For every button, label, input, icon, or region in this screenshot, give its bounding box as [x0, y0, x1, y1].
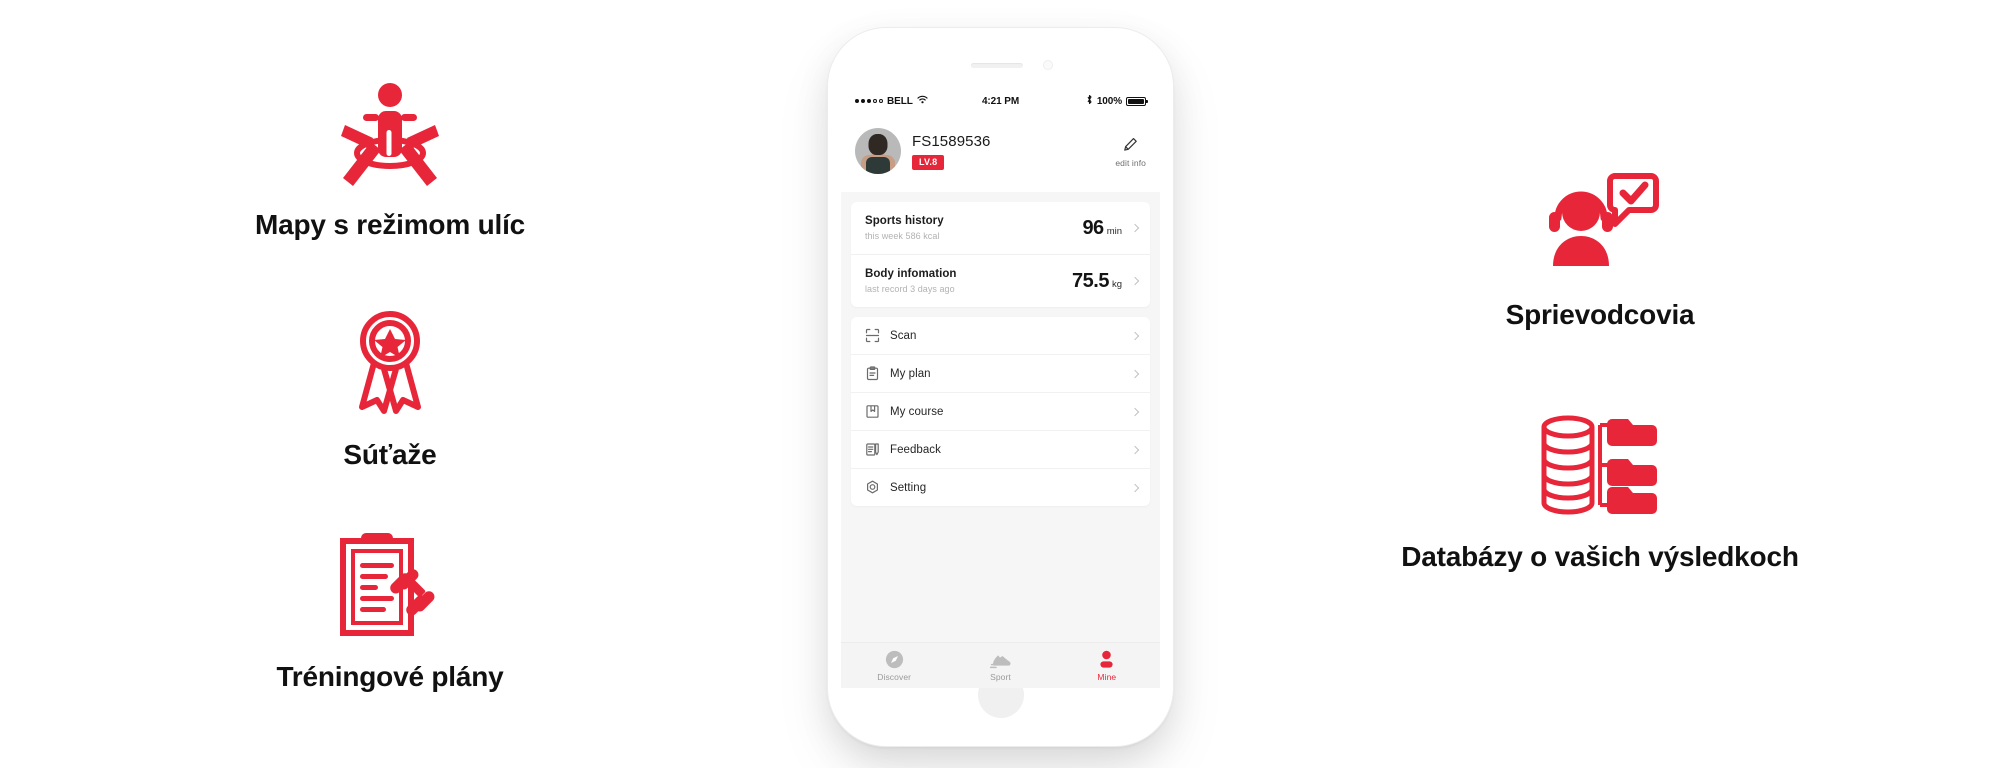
tab-sport[interactable]: Sport [947, 643, 1053, 688]
tab-discover[interactable]: Discover [841, 643, 947, 688]
menu-item-label: Scan [890, 329, 917, 342]
support-headset-icon [1290, 158, 1910, 288]
battery-icon [1126, 96, 1148, 106]
tab-label: Sport [990, 671, 1011, 682]
stats-card: Sports history this week 586 kcal 96 min… [851, 202, 1150, 307]
wifi-icon [917, 95, 928, 107]
status-bar-right: 100% [1019, 94, 1148, 108]
left-feature-column: Mapy s režimom ulíc Súťaže Tréningové pl… [80, 0, 700, 768]
clipboard-dumbbell-icon [80, 520, 700, 650]
clipboard-icon [865, 366, 880, 381]
menu-item-label: Setting [890, 481, 927, 494]
signal-strength-icon [855, 99, 883, 103]
username-label: FS1589536 [912, 132, 991, 150]
stat-title: Body infomation [865, 268, 957, 280]
shoe-icon [989, 650, 1011, 669]
stat-value: 96 [1082, 216, 1104, 239]
compass-icon [885, 650, 904, 669]
chevron-right-icon [1130, 369, 1140, 378]
award-ribbon-icon [80, 298, 700, 428]
edit-info-button[interactable]: edit info [1115, 134, 1146, 168]
feature-label: Mapy s režimom ulíc [254, 209, 526, 240]
bluetooth-icon [1086, 94, 1093, 108]
chevron-right-icon [1130, 407, 1140, 416]
menu-item-my-plan[interactable]: My plan [851, 354, 1150, 392]
phone-screen: BELL 4:21 PM 100% FS1589536 LV.8 edit in… [841, 88, 1160, 688]
stat-unit: min [1106, 225, 1122, 237]
menu-item-label: My course [890, 405, 944, 418]
menu-item-scan[interactable]: Scan [851, 317, 1150, 354]
menu-item-label: My plan [890, 367, 931, 380]
level-badge: LV.8 [912, 154, 945, 170]
feature-training-plans: Tréningové plány [80, 520, 700, 694]
battery-percent-label: 100% [1096, 95, 1122, 107]
feature-databases: Databázy o vašich výsledkoch [1290, 400, 1910, 574]
sports-history-row[interactable]: Sports history this week 586 kcal 96 min [851, 202, 1150, 254]
carrier-label: BELL [887, 95, 913, 107]
tab-mine[interactable]: Mine [1054, 643, 1160, 688]
body-information-row[interactable]: Body infomation last record 3 days ago 7… [851, 254, 1150, 307]
avatar[interactable] [855, 128, 901, 174]
menu-item-label: Feedback [890, 443, 941, 456]
status-bar-time: 4:21 PM [981, 95, 1020, 107]
chevron-right-icon [1130, 331, 1140, 340]
menu-card: Scan My plan My course Feedback Setting [851, 317, 1150, 506]
chevron-right-icon [1130, 445, 1140, 454]
feature-contests: Súťaže [80, 298, 700, 472]
street-map-person-icon [80, 68, 700, 198]
status-bar-left: BELL [855, 95, 982, 107]
person-icon [1097, 650, 1116, 669]
stat-title: Sports history [865, 215, 944, 227]
page-root: Mapy s režimom ulíc Súťaže Tréningové pl… [0, 0, 2000, 768]
feature-label: Tréningové plány [276, 661, 504, 692]
chevron-right-icon [1130, 223, 1140, 233]
settings-gear-icon [865, 480, 880, 495]
feature-label: Databázy o vašich výsledkoch [1401, 541, 1799, 572]
stat-unit: kg [1111, 278, 1122, 290]
phone-mockup: BELL 4:21 PM 100% FS1589536 LV.8 edit in… [828, 28, 1173, 746]
feature-label: Súťaže [343, 439, 437, 470]
bottom-tab-bar: Discover Sport Mine [841, 642, 1160, 688]
stat-value-group: 75.5 kg [1072, 270, 1122, 293]
feature-guides: Sprievodcovia [1290, 158, 1910, 332]
edit-info-label: edit info [1115, 158, 1146, 168]
scan-icon [865, 328, 880, 343]
chevron-right-icon [1130, 276, 1140, 286]
stat-text: Body infomation last record 3 days ago [865, 268, 1072, 294]
menu-item-my-course[interactable]: My course [851, 392, 1150, 430]
feedback-icon [865, 442, 880, 457]
tab-label: Discover [877, 671, 912, 682]
feature-label: Sprievodcovia [1505, 299, 1695, 330]
stat-text: Sports history this week 586 kcal [865, 215, 1082, 241]
stat-subtitle: last record 3 days ago [865, 284, 955, 294]
menu-item-setting[interactable]: Setting [851, 468, 1150, 506]
right-feature-column: Sprievodcovia Databázy o vašich výsledko… [1290, 0, 1910, 768]
phone-speaker-grille [970, 63, 1023, 68]
profile-header: FS1589536 LV.8 edit info [841, 114, 1160, 192]
database-folders-icon [1290, 400, 1910, 530]
pencil-icon [1115, 134, 1146, 154]
menu-item-feedback[interactable]: Feedback [851, 430, 1150, 468]
feature-street-maps: Mapy s režimom ulíc [80, 68, 700, 242]
status-bar: BELL 4:21 PM 100% [841, 88, 1160, 114]
stat-subtitle: this week 586 kcal [865, 231, 940, 241]
stat-value: 75.5 [1072, 269, 1109, 292]
tab-label: Mine [1097, 671, 1117, 682]
book-icon [865, 404, 880, 419]
front-camera-icon [1042, 60, 1053, 70]
stat-value-group: 96 min [1082, 217, 1122, 240]
chevron-right-icon [1130, 483, 1140, 492]
profile-identity: FS1589536 LV.8 [912, 133, 1115, 170]
